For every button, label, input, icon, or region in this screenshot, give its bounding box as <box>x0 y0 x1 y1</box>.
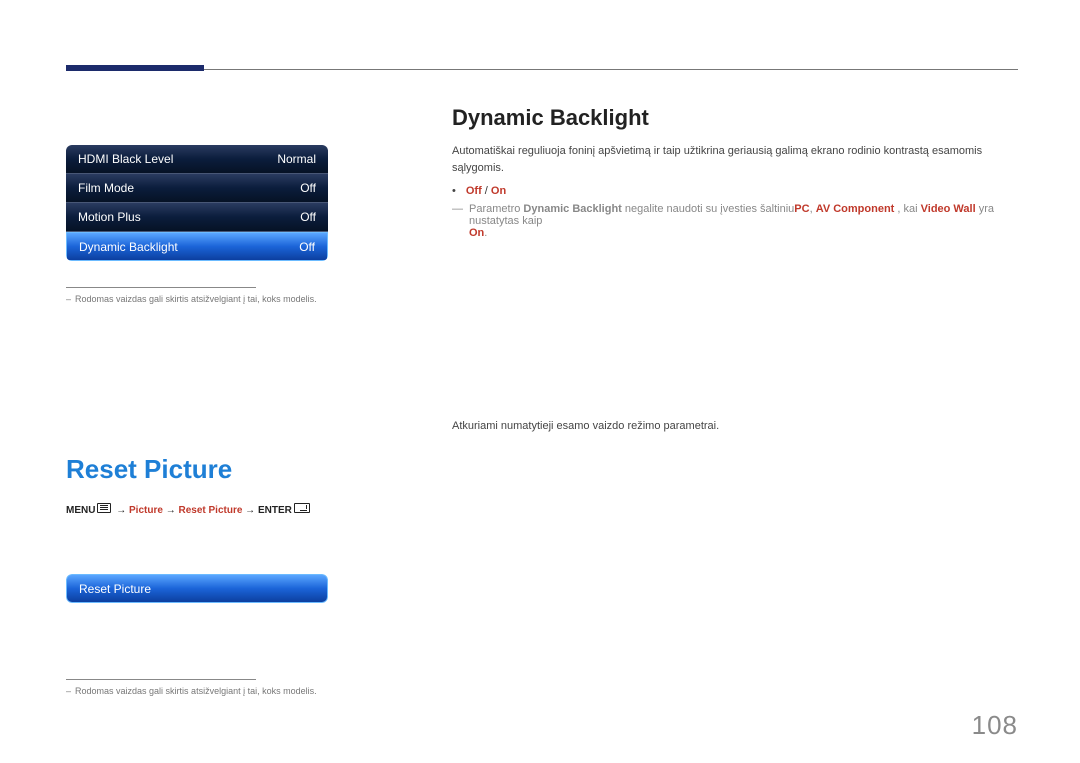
dynamic-backlight-options: • Off / On <box>452 185 1018 197</box>
menu-label: Dynamic Backlight <box>79 233 178 260</box>
dynamic-backlight-heading: Dynamic Backlight <box>452 105 1018 131</box>
footnote-2: –Rodomas vaizdas gali skirtis atsižvelgi… <box>66 686 406 696</box>
path-picture: Picture <box>129 505 163 516</box>
option-off: Off <box>466 185 482 197</box>
note-src-av: AV Component <box>816 203 895 215</box>
reset-picture-description: Atkuriami numatytieji esamo vaizdo režim… <box>452 420 1018 432</box>
footnote-rule-2 <box>66 679 256 680</box>
dynamic-backlight-note: ― Parametro Dynamic Backlight negalite n… <box>452 203 1018 239</box>
note-end: . <box>484 227 487 239</box>
menu-icon <box>97 503 111 513</box>
menu-value: Normal <box>277 145 316 173</box>
note-val: On <box>469 227 484 239</box>
path-arrow: → <box>163 505 179 516</box>
enter-icon <box>294 503 310 513</box>
note-mid1: negalite naudoti su įvesties šaltiniu <box>622 203 794 215</box>
menu-value: Off <box>300 174 316 202</box>
note-dash: ― <box>452 203 463 239</box>
note-param: Dynamic Backlight <box>523 203 621 215</box>
dynamic-backlight-section: Dynamic Backlight Automatiškai reguliuoj… <box>452 105 1018 239</box>
option-sep: / <box>482 185 491 197</box>
options-text: Off / On <box>466 185 506 197</box>
note-src-videowall: Video Wall <box>921 203 976 215</box>
header-accent-bar <box>66 65 204 71</box>
menu-label: HDMI Black Level <box>78 145 173 173</box>
page-number: 108 <box>972 710 1018 741</box>
menu-label: Reset Picture <box>79 575 151 602</box>
footnote-1: –Rodomas vaizdas gali skirtis atsižvelgi… <box>66 294 406 304</box>
reset-picture-section: Reset Picture MENU → Picture → Reset Pic… <box>66 454 406 696</box>
left-column: HDMI Black Level Normal Film Mode Off Mo… <box>66 105 406 696</box>
footnote-dash: – <box>66 686 71 696</box>
dynamic-backlight-description: Automatiškai reguliuoja foninį apšvietim… <box>452 143 1018 177</box>
path-reset-picture: Reset Picture <box>178 505 242 516</box>
menu-path: MENU → Picture → Reset Picture → ENTER <box>66 503 406 516</box>
settings-menu: HDMI Black Level Normal Film Mode Off Mo… <box>66 145 328 261</box>
menu-row-dynamic-backlight[interactable]: Dynamic Backlight Off <box>66 232 328 261</box>
header-rule <box>66 69 1018 70</box>
footnote-text: Rodomas vaizdas gali skirtis atsižvelgia… <box>75 686 317 696</box>
menu-value: Off <box>299 233 315 260</box>
reset-menu: Reset Picture <box>66 574 328 603</box>
path-enter: ENTER <box>258 505 292 516</box>
reset-picture-heading: Reset Picture <box>66 454 406 485</box>
menu-value: Off <box>300 203 316 231</box>
path-menu: MENU <box>66 505 95 516</box>
option-on: On <box>491 185 506 197</box>
menu-label: Motion Plus <box>78 203 141 231</box>
note-mid2: , kai <box>894 203 920 215</box>
footnote-rule-1 <box>66 287 256 288</box>
menu-row-reset-picture[interactable]: Reset Picture <box>66 574 328 603</box>
path-arrow: → <box>242 505 258 516</box>
menu-row-motion-plus[interactable]: Motion Plus Off <box>66 203 328 232</box>
menu-row-film-mode[interactable]: Film Mode Off <box>66 174 328 203</box>
note-src-pc: PC <box>794 203 809 215</box>
menu-label: Film Mode <box>78 174 134 202</box>
bullet-dot: • <box>452 185 456 197</box>
footnote-dash: – <box>66 294 71 304</box>
menu-row-hdmi-black-level[interactable]: HDMI Black Level Normal <box>66 145 328 174</box>
path-arrow: → <box>113 505 129 516</box>
note-pre: Parametro <box>469 203 523 215</box>
note-text: Parametro Dynamic Backlight negalite nau… <box>469 203 1018 239</box>
footnote-text: Rodomas vaizdas gali skirtis atsižvelgia… <box>75 294 317 304</box>
